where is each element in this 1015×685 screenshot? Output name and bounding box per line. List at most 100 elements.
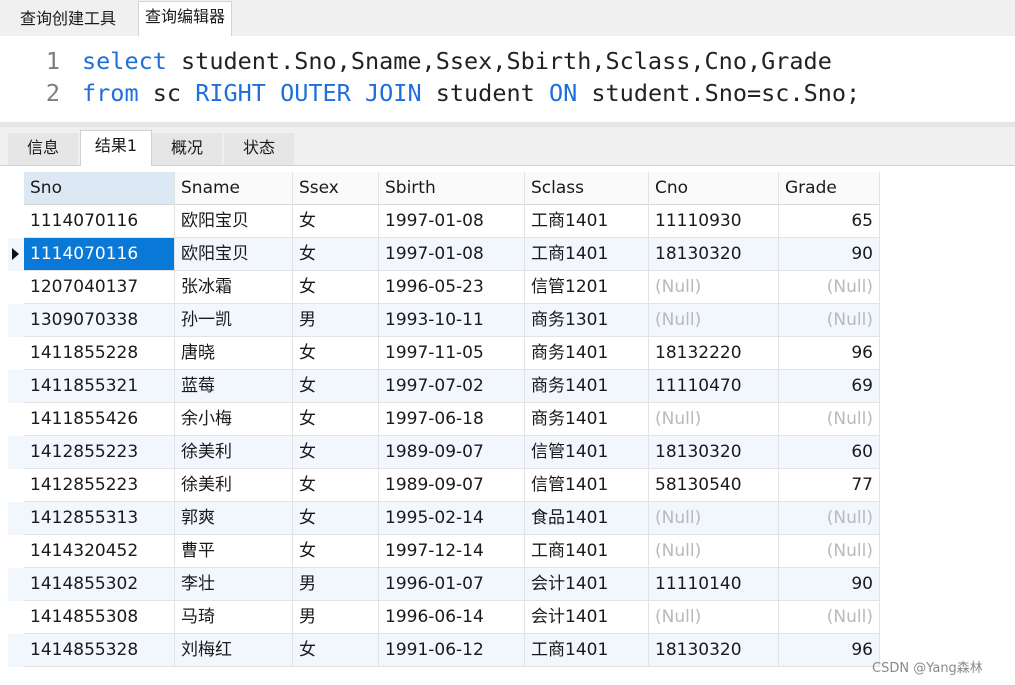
tab-query-editor[interactable]: 查询编辑器 — [138, 1, 233, 37]
cell-ssex[interactable]: 女 — [293, 238, 379, 271]
table-row[interactable]: 1414855308 马琦男 1996-06-14 会计1401 (Null) (Null… — [8, 601, 880, 634]
cell-sbirth[interactable]: 1996-01-07 — [379, 568, 525, 601]
cell-ssex[interactable]: 女 — [293, 370, 379, 403]
table-row[interactable]: 1114070116 欧阳宝贝女 1997-01-08 工商1401 18130320 9… — [8, 238, 880, 271]
tab-info[interactable]: 信息 — [8, 133, 78, 165]
cell-sno[interactable]: 1411855228 — [24, 337, 175, 370]
column-header-sname[interactable]: Sname — [175, 172, 293, 205]
cell-sclass[interactable]: 商务1301 — [525, 304, 649, 337]
sql-editor[interactable]: 1 select student.Sno,Sname,Ssex,Sbirth,Sc… — [0, 36, 1015, 122]
cell-sbirth[interactable]: 1997-01-08 — [379, 238, 525, 271]
row-indicator[interactable] — [8, 205, 24, 238]
cell-cno[interactable]: 18132220 — [649, 337, 779, 370]
cell-sbirth[interactable]: 1995-02-14 — [379, 502, 525, 535]
cell-sbirth[interactable]: 1997-01-08 — [379, 205, 525, 238]
cell-sno[interactable]: 1414320452 — [24, 535, 175, 568]
cell-sclass[interactable]: 商务1401 — [525, 337, 649, 370]
tab-result1[interactable]: 结果1 — [80, 130, 152, 166]
tab-status[interactable]: 状态 — [224, 133, 294, 165]
cell-ssex[interactable]: 女 — [293, 535, 379, 568]
cell-cno[interactable]: (Null) — [649, 535, 779, 568]
row-indicator[interactable] — [8, 502, 24, 535]
cell-sname[interactable]: 徐美利 — [175, 436, 293, 469]
cell-grade[interactable]: (Null) — [779, 304, 880, 337]
cell-sbirth[interactable]: 1991-06-12 — [379, 634, 525, 667]
cell-sname[interactable]: 张冰霜 — [175, 271, 293, 304]
cell-cno[interactable]: 18130320 — [649, 238, 779, 271]
column-header-ssex[interactable]: Ssex — [293, 172, 379, 205]
cell-sname[interactable]: 郭爽 — [175, 502, 293, 535]
table-row[interactable]: 1114070116 欧阳宝贝女 1997-01-08 工商1401 11110930 6… — [8, 205, 880, 238]
table-row[interactable]: 1411855321 蓝莓女 1997-07-02 商务1401 11110470 69 — [8, 370, 880, 403]
cell-ssex[interactable]: 女 — [293, 436, 379, 469]
cell-sclass[interactable]: 工商1401 — [525, 634, 649, 667]
cell-sclass[interactable]: 工商1401 — [525, 205, 649, 238]
table-row[interactable]: 1412855313 郭爽女 1995-02-14 食品1401 (Null) (Null… — [8, 502, 880, 535]
cell-sclass[interactable]: 会计1401 — [525, 601, 649, 634]
table-row[interactable]: 1411855426 余小梅女 1997-06-18 商务1401 (Null) (Nul… — [8, 403, 880, 436]
cell-sname[interactable]: 孙一凯 — [175, 304, 293, 337]
column-header-cno[interactable]: Cno — [649, 172, 779, 205]
table-row[interactable]: 1207040137 张冰霜女 1996-05-23 信管1201 (Null) (Nul… — [8, 271, 880, 304]
column-header-sclass[interactable]: Sclass — [525, 172, 649, 205]
cell-sno[interactable]: 1207040137 — [24, 271, 175, 304]
row-indicator[interactable] — [8, 271, 24, 304]
table-row[interactable]: 1412855223 徐美利女 1989-09-07 信管1401 18130320 60 — [8, 436, 880, 469]
cell-sno[interactable]: 1114070116 — [24, 238, 175, 271]
cell-sclass[interactable]: 信管1401 — [525, 436, 649, 469]
cell-cno[interactable]: 58130540 — [649, 469, 779, 502]
cell-sname[interactable]: 余小梅 — [175, 403, 293, 436]
column-header-sbirth[interactable]: Sbirth — [379, 172, 525, 205]
row-indicator[interactable] — [8, 238, 24, 271]
cell-cno[interactable]: (Null) — [649, 271, 779, 304]
row-indicator[interactable] — [8, 304, 24, 337]
cell-sno[interactable]: 1414855328 — [24, 634, 175, 667]
cell-cno[interactable]: (Null) — [649, 403, 779, 436]
cell-grade[interactable]: 90 — [779, 238, 880, 271]
cell-grade[interactable]: (Null) — [779, 601, 880, 634]
cell-ssex[interactable]: 女 — [293, 337, 379, 370]
cell-sname[interactable]: 马琦 — [175, 601, 293, 634]
cell-sclass[interactable]: 信管1401 — [525, 469, 649, 502]
table-row[interactable]: 1309070338 孙一凯男 1993-10-11 商务1301 (Null) (Nul… — [8, 304, 880, 337]
cell-grade[interactable]: 77 — [779, 469, 880, 502]
cell-sname[interactable]: 曹平 — [175, 535, 293, 568]
cell-sname[interactable]: 刘梅红 — [175, 634, 293, 667]
cell-sbirth[interactable]: 1997-06-18 — [379, 403, 525, 436]
cell-ssex[interactable]: 女 — [293, 205, 379, 238]
row-indicator[interactable] — [8, 601, 24, 634]
tab-query-builder[interactable]: 查询创建工具 — [14, 4, 122, 34]
cell-sclass[interactable]: 工商1401 — [525, 535, 649, 568]
cell-cno[interactable]: 18130320 — [649, 634, 779, 667]
cell-sbirth[interactable]: 1997-12-14 — [379, 535, 525, 568]
cell-sclass[interactable]: 食品1401 — [525, 502, 649, 535]
row-indicator[interactable] — [8, 634, 24, 667]
column-header-sno[interactable]: Sno — [24, 172, 175, 205]
cell-sno[interactable]: 1412855223 — [24, 469, 175, 502]
row-indicator[interactable] — [8, 436, 24, 469]
code-text[interactable]: from sc RIGHT OUTER JOIN student ON stud… — [82, 77, 860, 109]
cell-sno[interactable]: 1114070116 — [24, 205, 175, 238]
row-indicator[interactable] — [8, 535, 24, 568]
cell-grade[interactable]: 90 — [779, 568, 880, 601]
table-row[interactable]: 1412855223 徐美利女 1989-09-07 信管1401 58130540 77 — [8, 469, 880, 502]
cell-sname[interactable]: 蓝莓 — [175, 370, 293, 403]
cell-sname[interactable]: 唐晓 — [175, 337, 293, 370]
cell-ssex[interactable]: 女 — [293, 502, 379, 535]
cell-sname[interactable]: 李壮 — [175, 568, 293, 601]
row-indicator[interactable] — [8, 337, 24, 370]
cell-sbirth[interactable]: 1989-09-07 — [379, 469, 525, 502]
cell-sname[interactable]: 徐美利 — [175, 469, 293, 502]
cell-sno[interactable]: 1309070338 — [24, 304, 175, 337]
cell-grade[interactable]: (Null) — [779, 403, 880, 436]
cell-cno[interactable]: (Null) — [649, 502, 779, 535]
table-row[interactable]: 1411855228 唐晓女 1997-11-05 商务1401 18132220 96 — [8, 337, 880, 370]
row-indicator[interactable] — [8, 370, 24, 403]
tab-profile[interactable]: 概况 — [152, 133, 222, 165]
cell-ssex[interactable]: 女 — [293, 271, 379, 304]
cell-ssex[interactable]: 女 — [293, 403, 379, 436]
cell-cno[interactable]: 11110470 — [649, 370, 779, 403]
cell-ssex[interactable]: 男 — [293, 304, 379, 337]
cell-sclass[interactable]: 商务1401 — [525, 403, 649, 436]
cell-sclass[interactable]: 商务1401 — [525, 370, 649, 403]
